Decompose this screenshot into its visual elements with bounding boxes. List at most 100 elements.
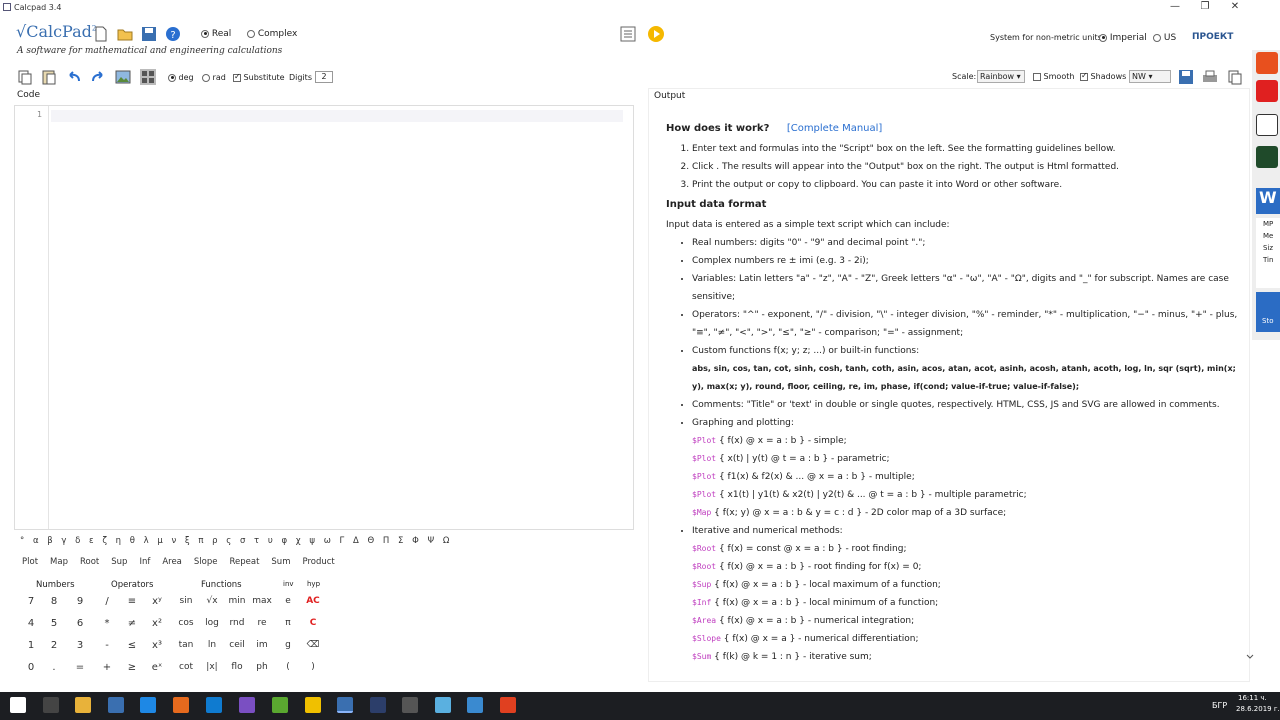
substitute-check[interactable] (233, 72, 241, 82)
shadows-checkbox[interactable]: Shadows (1080, 71, 1126, 81)
keypad-header[interactable]: inv (283, 580, 294, 588)
copy-screen-icon[interactable] (1256, 114, 1278, 136)
arrow-left-icon[interactable] (1256, 52, 1278, 74)
maximize-button[interactable]: ❐ (1190, 0, 1220, 14)
keypad-key[interactable]: cot (175, 662, 197, 672)
pen-icon[interactable] (435, 697, 451, 713)
func-button[interactable]: Product (302, 557, 334, 567)
scroll-down-icon[interactable] (1245, 652, 1255, 662)
keypad-key[interactable]: * (96, 618, 118, 629)
func-button[interactable]: Repeat (229, 557, 259, 567)
lang-indicator[interactable]: БГР (1212, 701, 1227, 710)
rad-radio[interactable]: rad (202, 73, 226, 82)
keypad-key[interactable]: 3 (69, 640, 91, 651)
keypad-key[interactable]: rnd (226, 618, 248, 628)
keypad-key[interactable]: √x (201, 596, 223, 606)
copy-output-icon[interactable] (1226, 68, 1244, 86)
smooth-checkbox[interactable]: Smooth (1033, 72, 1074, 81)
substitute-checkbox[interactable]: Substitute (233, 72, 285, 82)
close-button[interactable]: ✕ (1220, 0, 1250, 14)
keypad-key[interactable]: e (277, 596, 299, 606)
shadows-check[interactable] (1080, 71, 1088, 81)
smooth-check[interactable] (1033, 72, 1041, 81)
keypad-key[interactable]: eˣ (146, 662, 168, 673)
keypad-key[interactable]: ≠ (121, 618, 143, 629)
keypad-key[interactable]: x² (146, 618, 168, 629)
real-radio[interactable]: Real (201, 29, 231, 39)
keypad-key[interactable]: x³ (146, 640, 168, 651)
save-icon[interactable] (140, 25, 158, 43)
copy-icon[interactable] (16, 68, 34, 86)
keypad-key[interactable]: im (251, 640, 273, 650)
keypad-key[interactable]: ph (251, 662, 273, 672)
keypad-key[interactable]: xʸ (146, 596, 168, 607)
rad-radio-dot[interactable] (202, 73, 210, 82)
print-icon[interactable] (1201, 68, 1219, 86)
keypad-key[interactable]: ⌫ (302, 640, 324, 650)
edge-old-icon[interactable] (140, 697, 156, 713)
recorder-icon[interactable] (500, 697, 516, 713)
image-icon[interactable] (114, 68, 132, 86)
func-button[interactable]: Slope (194, 557, 218, 567)
keypad-key[interactable]: ceil (226, 640, 248, 650)
keypad-key[interactable]: log (201, 618, 223, 628)
keypad-key[interactable]: min (226, 596, 248, 606)
keypad-key[interactable]: 9 (69, 596, 91, 607)
keypad-key[interactable]: ≥ (121, 662, 143, 673)
real-radio-dot[interactable] (201, 29, 209, 38)
keyboard-toggle-icon[interactable] (139, 68, 157, 86)
format-list-icon[interactable] (619, 25, 637, 43)
start-icon[interactable] (10, 697, 26, 713)
keypad-key[interactable]: + (96, 662, 118, 673)
keypad-key[interactable]: 7 (20, 596, 42, 607)
open-folder-icon[interactable] (116, 25, 134, 43)
keypad-key[interactable]: ≡ (121, 596, 143, 607)
imperial-radio[interactable]: Imperial (1099, 33, 1147, 43)
hand-icon[interactable] (1256, 146, 1278, 168)
us-radio-dot[interactable] (1153, 33, 1161, 42)
keypad-key[interactable]: 2 (43, 640, 65, 651)
run-icon[interactable] (647, 25, 665, 43)
keypad-key[interactable]: = (69, 662, 91, 673)
search-icon[interactable] (43, 697, 59, 713)
save-app-icon[interactable] (108, 697, 124, 713)
keypad-key[interactable]: ) (302, 662, 324, 672)
mic-icon[interactable] (1256, 80, 1278, 102)
keypad-key[interactable]: C (302, 618, 324, 628)
paste-icon[interactable] (40, 68, 58, 86)
manual-link[interactable]: [Complete Manual] (787, 123, 883, 134)
help-icon[interactable]: ? (164, 25, 182, 43)
visual-studio-icon[interactable] (239, 697, 255, 713)
redo-icon[interactable] (89, 68, 107, 86)
app-yellow-icon[interactable] (305, 697, 321, 713)
keypad-key[interactable]: 8 (43, 596, 65, 607)
deg-radio-dot[interactable] (168, 73, 176, 82)
keypad-key[interactable]: |x| (201, 662, 223, 672)
tool-icon[interactable] (402, 697, 418, 713)
deg-radio[interactable]: deg (168, 73, 194, 82)
keypad-key[interactable]: 6 (69, 618, 91, 629)
keypad-key[interactable]: - (96, 640, 118, 651)
keypad-key[interactable]: π (277, 618, 299, 628)
func-button[interactable]: Inf (139, 557, 150, 567)
scale-select[interactable]: Rainbow ▾ (977, 70, 1025, 83)
save-output-icon[interactable] (1177, 68, 1195, 86)
keypad-key[interactable]: / (96, 596, 118, 607)
greek-letters-row[interactable]: ° α β γ δ ε ζ η θ λ μ ν ξ π ρ ς σ τ υ φ … (20, 536, 452, 546)
keypad-key[interactable]: ( (277, 662, 299, 672)
firefox-icon[interactable] (173, 697, 189, 713)
keypad-key[interactable]: re (251, 618, 273, 628)
keypad-key[interactable]: tan (175, 640, 197, 650)
minimize-button[interactable]: — (1160, 0, 1190, 14)
keypad-key[interactable]: cos (175, 618, 197, 628)
code-editor[interactable]: 1 (14, 105, 634, 530)
func-button[interactable]: Area (162, 557, 182, 567)
complex-radio[interactable]: Complex (247, 29, 297, 39)
calcpad-task-icon[interactable] (337, 697, 353, 713)
new-file-icon[interactable] (92, 25, 110, 43)
keypad-key[interactable]: 1 (20, 640, 42, 651)
keypad-key[interactable]: 0 (20, 662, 42, 673)
digits-input[interactable]: 2 (315, 71, 333, 83)
snowflake-icon[interactable] (467, 697, 483, 713)
keypad-key[interactable]: . (43, 662, 65, 673)
